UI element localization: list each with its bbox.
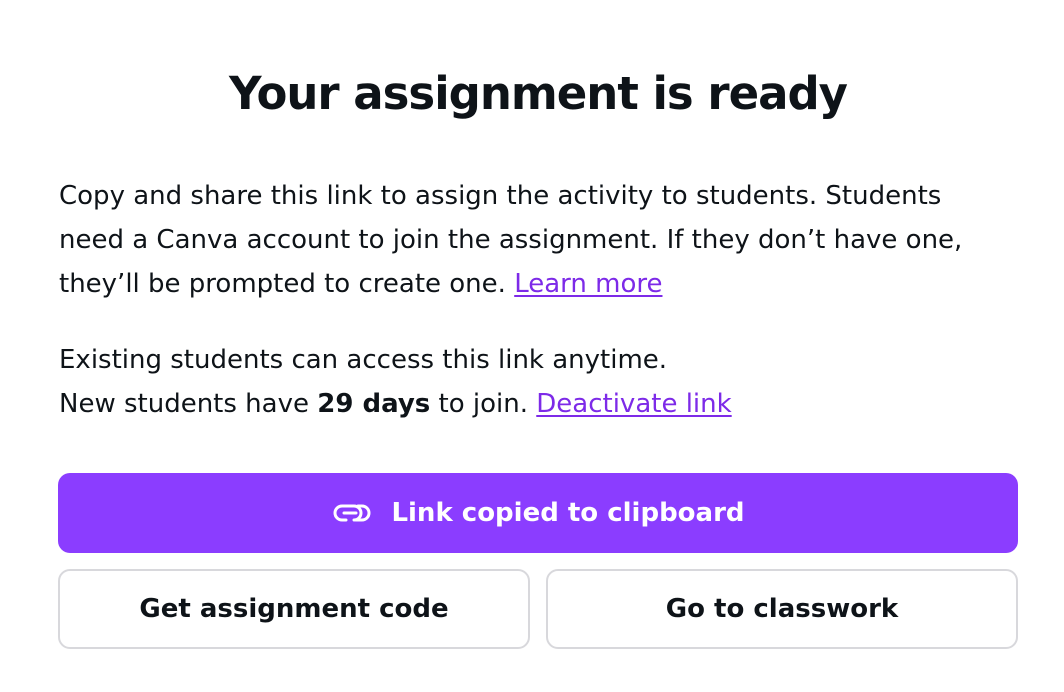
dialog-title: Your assignment is ready: [229, 67, 848, 120]
link-icon: [331, 498, 373, 528]
join-suffix-text: to join.: [438, 389, 528, 419]
go-to-classwork-label: Go to classwork: [665, 594, 899, 624]
get-assignment-code-button[interactable]: Get assignment code: [58, 569, 530, 649]
copy-link-label: Link copied to clipboard: [391, 498, 745, 528]
assignment-ready-dialog: Your assignment is ready Copy and share …: [0, 0, 1064, 692]
copy-link-button[interactable]: Link copied to clipboard: [58, 473, 1018, 553]
get-assignment-code-label: Get assignment code: [139, 594, 449, 624]
description-text: Copy and share this link to assign the a…: [59, 181, 963, 299]
link-info-paragraph: Existing students can access this link a…: [59, 338, 999, 426]
learn-more-link[interactable]: Learn more: [514, 269, 662, 299]
join-days-text: 29 days: [317, 389, 431, 419]
deactivate-link[interactable]: Deactivate link: [536, 389, 731, 419]
access-info-text: Existing students can access this link a…: [59, 345, 668, 375]
description-paragraph: Copy and share this link to assign the a…: [59, 174, 999, 306]
join-prefix-text: New students have: [59, 389, 309, 419]
go-to-classwork-button[interactable]: Go to classwork: [546, 569, 1018, 649]
